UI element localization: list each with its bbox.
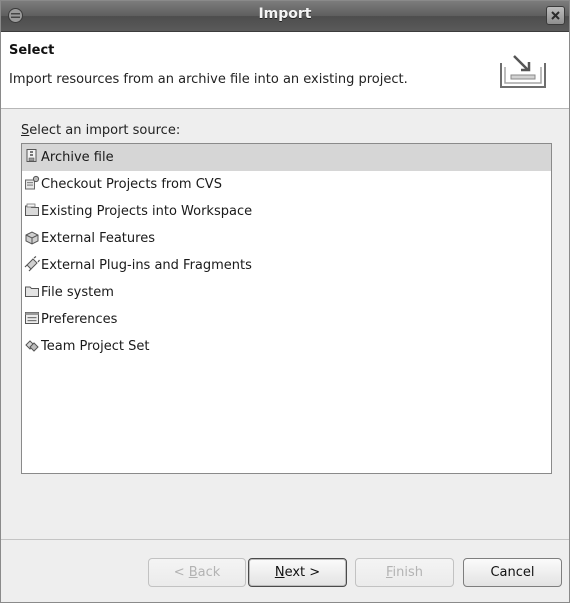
next-button-mnemonic: N — [274, 565, 285, 580]
list-item-label: Existing Projects into Workspace — [41, 204, 253, 219]
list-item-external-features[interactable]: External Features — [22, 225, 551, 252]
list-item-label: Archive file — [41, 150, 114, 165]
finish-button[interactable]: Finish — [355, 558, 454, 587]
back-button-suffix: ack — [197, 565, 221, 580]
list-item-label: Preferences — [41, 312, 118, 327]
list-item-external-plugins[interactable]: External Plug-ins and Fragments — [22, 252, 551, 279]
close-icon — [551, 11, 560, 20]
prompt-text: elect an import source: — [29, 123, 181, 138]
cancel-button[interactable]: Cancel — [463, 558, 562, 587]
team-project-set-icon — [25, 340, 39, 352]
list-item-preferences[interactable]: Preferences — [22, 306, 551, 333]
page-heading: Select — [9, 43, 55, 58]
import-dialog: Import Select Import resources from an a… — [0, 0, 570, 603]
list-item-label: External Plug-ins and Fragments — [41, 258, 252, 273]
list-item-archive-file[interactable]: Archive file — [22, 144, 551, 171]
close-button[interactable] — [546, 6, 565, 25]
window-title: Import — [258, 6, 312, 22]
page-description: Import resources from an archive file in… — [9, 72, 408, 87]
finish-button-suffix: inish — [392, 565, 424, 580]
list-item-team-project-set[interactable]: Team Project Set — [22, 333, 551, 360]
back-button-mnemonic: B — [188, 565, 198, 580]
list-item-checkout-cvs[interactable]: Checkout Projects from CVS — [22, 171, 551, 198]
import-source-list[interactable]: Archive file Checkout Projects from CVS … — [21, 143, 552, 474]
next-button-suffix: ext > — [284, 565, 321, 580]
list-item-label: External Features — [41, 231, 155, 246]
list-item-label: Team Project Set — [41, 339, 150, 354]
external-features-icon — [25, 231, 39, 245]
back-button-prefix: < — [173, 565, 189, 580]
button-bar-separator — [1, 539, 569, 540]
list-item-label: File system — [41, 285, 114, 300]
import-source-label: Select an import source: — [21, 123, 180, 138]
list-item-label: Checkout Projects from CVS — [41, 177, 222, 192]
preferences-icon — [25, 312, 39, 324]
folder-icon — [25, 286, 39, 297]
plugins-icon — [24, 256, 40, 272]
cvs-checkout-icon — [25, 175, 40, 190]
list-item-existing-projects[interactable]: Existing Projects into Workspace — [22, 198, 551, 225]
wizard-header: Select Import resources from an archive … — [1, 32, 569, 109]
title-bar[interactable]: Import — [1, 1, 569, 32]
list-item-file-system[interactable]: File system — [22, 279, 551, 306]
import-banner-icon — [500, 55, 546, 88]
next-button[interactable]: Next > — [248, 558, 347, 587]
existing-projects-icon — [25, 203, 39, 216]
back-button[interactable]: < Back — [148, 558, 246, 587]
archive-file-icon — [26, 149, 37, 162]
